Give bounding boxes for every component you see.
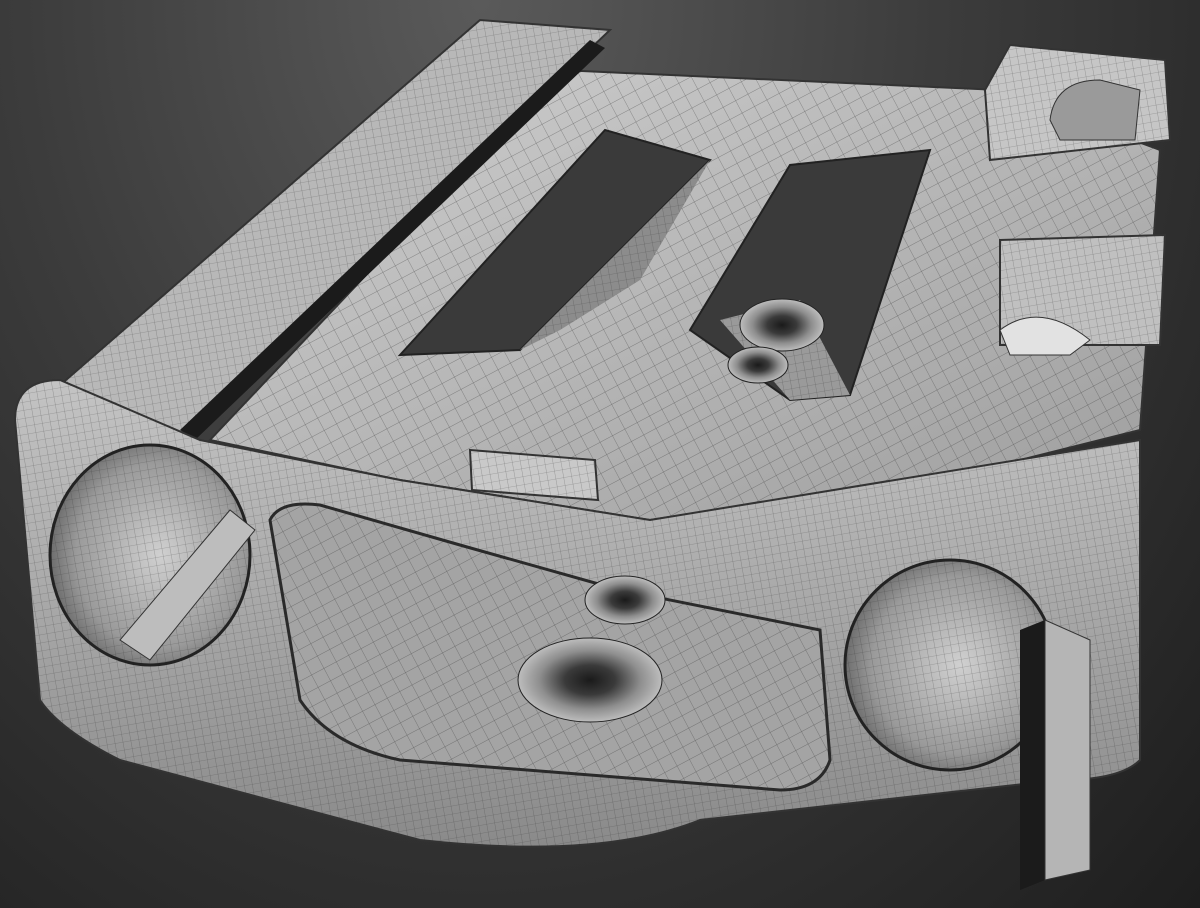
viewport-background [0, 0, 1200, 908]
3d-model-render [13, 18, 1172, 890]
side-right-clip [999, 233, 1167, 356]
rear-right-clip [983, 43, 1172, 162]
